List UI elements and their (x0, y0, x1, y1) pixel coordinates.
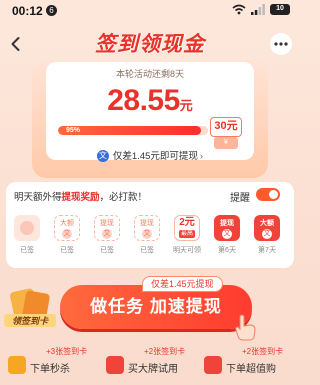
checkin-day-label: 明天可领 (173, 247, 201, 254)
checkin-tip-prefix: 明天额外得 (14, 192, 62, 203)
coin-icon: 文 (262, 228, 272, 239)
wifi-icon (232, 4, 246, 15)
bag-icon (106, 356, 124, 374)
lightning-icon (8, 356, 26, 374)
notification-count-badge: 6 (46, 5, 57, 16)
withdraw-notice[interactable]: 文仅差1.45元即可提现 › (0, 148, 300, 163)
more-button[interactable] (270, 33, 292, 55)
page-title: 签到领现金 (95, 33, 205, 56)
checkin-day-box: 2元最高 (174, 215, 200, 241)
checkin-card-badge[interactable]: 领签到卡 (4, 287, 56, 330)
checkin-card-label: 领签到卡 (4, 314, 56, 327)
checkmark-icon (20, 221, 34, 235)
checkin-tip-suffix: ，必打款！ (99, 192, 148, 203)
progress-percent: 95% (66, 127, 81, 134)
checkin-day-box: 大额文 (54, 215, 80, 241)
coin-icon: 文 (142, 228, 152, 239)
remind-label: 提醒 (230, 193, 250, 204)
info-icon: 文 (96, 150, 109, 163)
signal-icon (251, 4, 265, 15)
page-title-wrap: 签到领现金 (0, 28, 300, 58)
checkin-day-sub: 最高 (178, 230, 195, 238)
status-time: 00:12 (12, 4, 43, 18)
checkin-day-tag: 提现 (100, 219, 114, 227)
task-reward: +3张签到卡 (46, 347, 88, 356)
task-reward: +2张签到卡 (144, 347, 186, 356)
checkin-day-tag: 提现 (220, 219, 234, 227)
chevron-right-icon: › (199, 151, 204, 162)
checkin-day-box: 提现文 (94, 215, 120, 241)
checkin-day[interactable]: 2元最高明天可领 (172, 215, 202, 255)
task-item[interactable]: +3张签到卡下单秒杀 (6, 346, 98, 385)
checkin-day[interactable]: 大额文已签 (52, 215, 82, 255)
task-list: +3张签到卡 下单秒杀 +2张签到卡 买大牌试用 +2张签到卡 下单超值购 (0, 346, 300, 385)
reward-amount-unit: 元 (179, 98, 193, 113)
checkin-day-label: 已签 (100, 247, 114, 254)
checkin-day-box: 提现文 (134, 215, 160, 241)
reward-amount: 28.55元 (0, 84, 300, 118)
task-name: 下单秒杀 (30, 364, 70, 375)
checkin-day[interactable]: 大额文第7天 (252, 215, 282, 255)
task-item[interactable]: +2张签到卡下单超值购 (202, 346, 294, 385)
checkin-day-label: 已签 (20, 247, 34, 254)
task-name: 下单超值购 (226, 364, 276, 375)
checkin-day-label: 已签 (140, 247, 154, 254)
checkin-day-box: 提现文 (214, 215, 240, 241)
status-bar: 00:12 6 10 (0, 0, 300, 22)
checkin-day-label: 第6天 (218, 247, 236, 254)
checkin-day-value: 2元 (179, 217, 195, 228)
do-tasks-button-label: 做任务 加速提现 (90, 297, 222, 316)
checkin-day-tag: 提现 (140, 219, 154, 227)
checkin-days: 已签 大额文已签 提现文已签 提现文已签 2元 最高 明天可领 提现文第6天 大额文第7天 (12, 215, 288, 265)
checkin-day[interactable]: 提现文已签 (92, 215, 122, 255)
coin-icon: 文 (222, 228, 232, 239)
task-reward: +2张签到卡 (242, 347, 284, 356)
checkin-day-box: 大额文 (254, 215, 280, 241)
cart-icon (204, 356, 222, 374)
checkin-day[interactable]: 已签 (12, 215, 42, 255)
checkin-day[interactable]: 提现文第6天 (212, 215, 242, 255)
task-item[interactable]: +2张签到卡买大牌试用 (104, 346, 196, 385)
reward-amount-value: 28.55 (107, 84, 180, 117)
checkin-tip-highlight: 提现奖励 (61, 192, 100, 203)
remind-toggle[interactable] (256, 188, 280, 201)
more-dots-icon (274, 42, 288, 46)
checkin-day-tag: 大额 (60, 219, 74, 227)
checkin-day-label: 已签 (60, 247, 74, 254)
withdraw-target: 30元 (210, 117, 242, 137)
checkin-day-box (14, 215, 40, 241)
coin-icon: 文 (102, 228, 112, 239)
countdown-text: 本轮活动还剩8天 (115, 69, 184, 79)
checkin-day-tag: 大额 (260, 219, 274, 227)
checkin-day-label: 第7天 (258, 247, 276, 254)
coin-icon: 文 (62, 228, 72, 239)
status-icons: 10 (232, 4, 290, 15)
checkin-tip: 明天额外得提现奖励，必打款！ (14, 189, 147, 203)
battery-icon: 10 (270, 4, 290, 15)
withdraw-notice-text: 仅差1.45元即可提现 (112, 151, 198, 162)
checkin-day[interactable]: 提现文已签 (132, 215, 162, 255)
pointing-hand-icon (235, 314, 256, 341)
task-name: 买大牌试用 (128, 364, 178, 375)
withdraw-progress-bar (58, 126, 208, 135)
cta-tag: 仅差1.45元提现 (142, 276, 223, 292)
